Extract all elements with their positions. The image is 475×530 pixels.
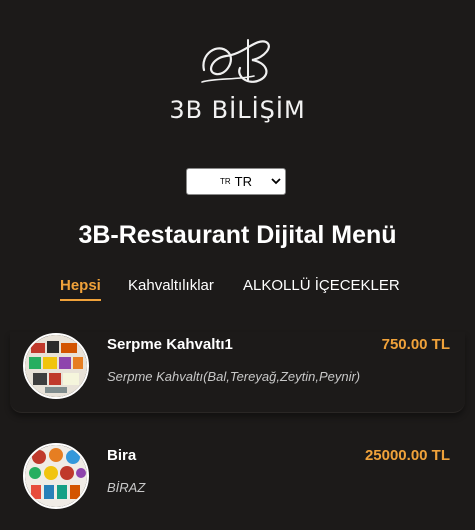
item-image: [23, 333, 89, 399]
tab-alcoholic-drinks[interactable]: ALKOLLÜ İÇECEKLER: [243, 277, 400, 294]
breakfast-plate-image: [25, 335, 87, 397]
page-title: 3B-Restaurant Dijital Menü: [78, 221, 397, 249]
tab-all[interactable]: Hepsi: [60, 277, 101, 301]
item-name: Serpme Kahvaltı1: [107, 336, 233, 353]
item-price: 750.00 TL: [381, 336, 450, 353]
language-select[interactable]: TR TR: [186, 168, 286, 195]
logo: 3B BİLİŞİM: [0, 30, 475, 130]
item-price: 25000.00 TL: [364, 447, 450, 464]
tab-breakfast[interactable]: Kahvaltılıklar: [128, 277, 214, 294]
menu-item-card[interactable]: Bira 25000.00 TL BİRAZ: [10, 442, 465, 530]
brand-logo-mark: [201, 39, 270, 83]
menu-item-card[interactable]: Serpme Kahvaltı1 750.00 TL Serpme Kahval…: [10, 332, 465, 413]
chevron-down-icon: [271, 178, 281, 185]
item-image: [23, 443, 89, 509]
item-name: Bira: [107, 447, 137, 464]
brand-name: 3B BİLİŞİM: [169, 96, 306, 124]
drink-plate-image: [25, 445, 87, 507]
language-value: TR: [234, 174, 252, 189]
item-description: Serpme Kahvaltı(Bal,Tereyağ,Zeytin,Peyni…: [107, 369, 361, 384]
item-description: BİRAZ: [107, 480, 146, 495]
flag-icon: TR: [219, 177, 231, 186]
